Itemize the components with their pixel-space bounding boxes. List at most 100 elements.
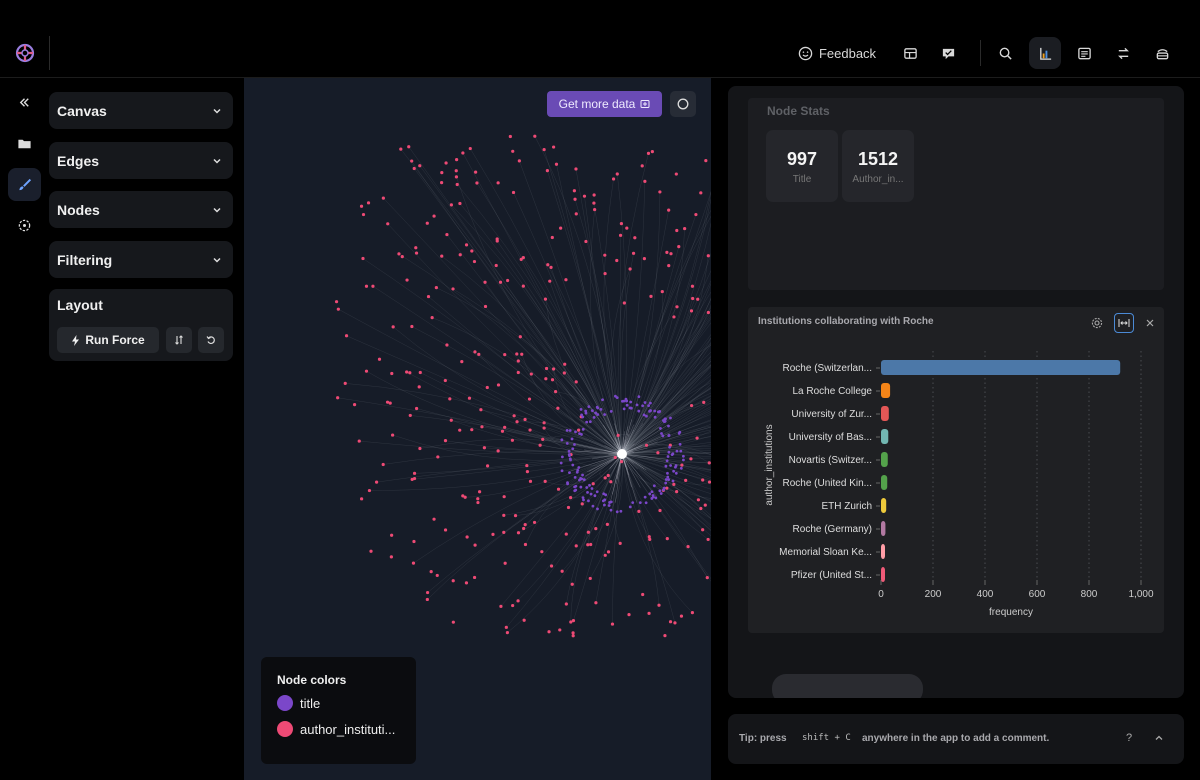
author-node[interactable]	[684, 478, 688, 482]
author-node[interactable]	[440, 171, 444, 175]
author-node[interactable]	[440, 254, 444, 258]
author-node[interactable]	[570, 582, 574, 586]
author-node[interactable]	[683, 226, 687, 231]
author-node[interactable]	[563, 362, 567, 366]
title-node[interactable]	[658, 409, 662, 413]
author-node[interactable]	[546, 263, 550, 267]
author-node[interactable]	[615, 258, 619, 263]
author-node[interactable]	[672, 315, 676, 319]
author-node[interactable]	[588, 576, 592, 581]
author-node[interactable]	[642, 257, 646, 261]
author-node[interactable]	[407, 145, 411, 149]
author-node[interactable]	[472, 259, 477, 264]
title-node[interactable]	[568, 471, 571, 475]
author-node[interactable]	[485, 464, 490, 468]
title-node[interactable]	[628, 505, 632, 509]
title-node[interactable]	[682, 458, 685, 462]
author-node[interactable]	[522, 618, 526, 622]
author-node[interactable]	[425, 590, 430, 595]
bar[interactable]	[881, 452, 888, 467]
author-node[interactable]	[706, 310, 710, 315]
author-node[interactable]	[445, 343, 449, 347]
author-node[interactable]	[689, 457, 693, 461]
author-node[interactable]	[643, 179, 647, 183]
author-node[interactable]	[343, 381, 347, 385]
author-node[interactable]	[408, 371, 412, 375]
title-node[interactable]	[622, 399, 626, 403]
author-node[interactable]	[525, 463, 529, 468]
author-node[interactable]	[618, 233, 623, 237]
author-node[interactable]	[574, 167, 578, 171]
title-node[interactable]	[571, 447, 575, 451]
author-node[interactable]	[449, 418, 453, 422]
title-node[interactable]	[595, 490, 599, 494]
bar[interactable]	[881, 498, 887, 513]
author-node[interactable]	[606, 550, 611, 554]
author-node[interactable]	[477, 352, 481, 356]
author-node[interactable]	[631, 251, 636, 255]
author-node[interactable]	[443, 439, 448, 443]
author-node[interactable]	[476, 497, 480, 501]
title-node[interactable]	[574, 430, 577, 434]
title-node[interactable]	[664, 481, 668, 485]
author-node[interactable]	[517, 159, 521, 163]
author-node[interactable]	[619, 459, 624, 464]
title-node[interactable]	[573, 489, 577, 493]
author-node[interactable]	[474, 170, 478, 174]
author-node[interactable]	[558, 628, 562, 632]
author-node[interactable]	[533, 134, 537, 138]
author-node[interactable]	[603, 271, 607, 276]
title-node[interactable]	[615, 510, 619, 514]
author-node[interactable]	[451, 287, 455, 291]
author-node[interactable]	[502, 513, 506, 517]
author-node[interactable]	[385, 400, 390, 404]
author-node[interactable]	[650, 149, 654, 154]
title-node[interactable]	[679, 466, 683, 470]
bar[interactable]	[881, 544, 885, 559]
author-node[interactable]	[515, 420, 519, 424]
title-node[interactable]	[586, 491, 589, 494]
author-node[interactable]	[542, 421, 546, 425]
title-node[interactable]	[582, 498, 585, 502]
reset-layout-button[interactable]	[198, 327, 224, 353]
author-node[interactable]	[521, 256, 525, 260]
title-node[interactable]	[661, 434, 665, 438]
title-node[interactable]	[644, 501, 648, 505]
author-node[interactable]	[701, 528, 705, 532]
edges-panel[interactable]: Edges	[49, 142, 233, 179]
author-node[interactable]	[696, 297, 700, 301]
author-node[interactable]	[464, 243, 469, 247]
author-node[interactable]	[432, 214, 436, 218]
author-node[interactable]	[619, 222, 624, 226]
author-node[interactable]	[569, 620, 573, 624]
title-node[interactable]	[637, 395, 641, 399]
author-node[interactable]	[390, 371, 394, 376]
author-node[interactable]	[374, 480, 379, 484]
author-node[interactable]	[425, 597, 429, 602]
bar[interactable]	[881, 521, 886, 536]
author-node[interactable]	[538, 443, 542, 447]
author-node[interactable]	[707, 461, 711, 465]
author-node[interactable]	[429, 570, 433, 574]
author-node[interactable]	[475, 181, 479, 185]
author-node[interactable]	[389, 555, 393, 559]
author-node[interactable]	[513, 514, 518, 518]
author-node[interactable]	[483, 280, 487, 284]
author-node[interactable]	[522, 526, 526, 531]
author-node[interactable]	[609, 480, 613, 484]
author-node[interactable]	[674, 172, 678, 176]
author-node[interactable]	[665, 250, 669, 254]
layers-button[interactable]	[1147, 37, 1177, 69]
author-node[interactable]	[336, 307, 340, 311]
title-node[interactable]	[669, 416, 672, 420]
title-node[interactable]	[581, 496, 585, 500]
collapse-sidebar-button[interactable]	[8, 86, 41, 119]
author-node[interactable]	[667, 264, 671, 268]
author-node[interactable]	[665, 486, 669, 490]
author-node[interactable]	[458, 253, 462, 257]
author-node[interactable]	[569, 496, 573, 500]
author-node[interactable]	[516, 359, 520, 363]
author-node[interactable]	[582, 194, 587, 198]
title-node[interactable]	[588, 483, 591, 487]
author-node[interactable]	[552, 145, 556, 149]
